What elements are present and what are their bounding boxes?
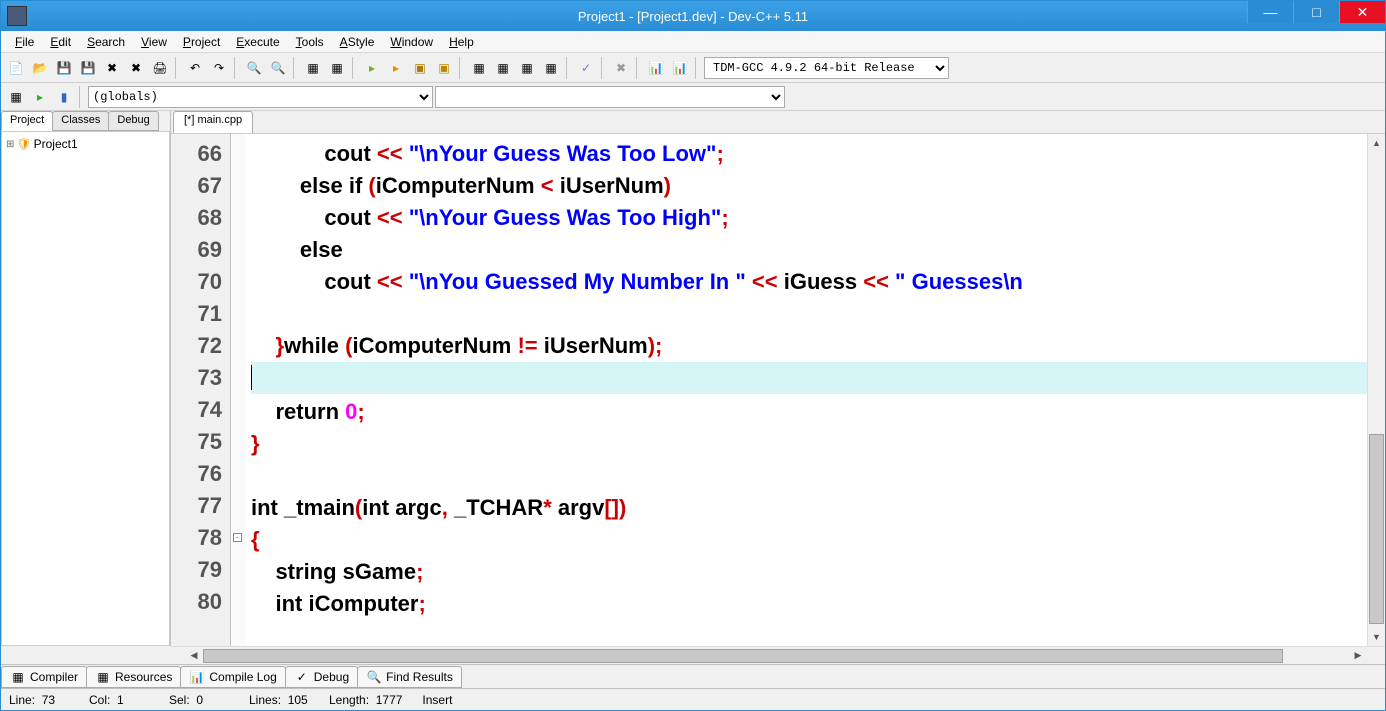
workspace: ProjectClassesDebug ⊞ 🛡 Project1 [*] mai… <box>1 111 1385 646</box>
save-button[interactable]: 💾 <box>53 57 75 79</box>
scope-select[interactable]: (globals) <box>88 86 433 108</box>
side-panel: ProjectClassesDebug ⊞ 🛡 Project1 <box>1 111 171 646</box>
minimize-button[interactable]: — <box>1247 1 1293 23</box>
status-mode: Insert <box>422 693 482 707</box>
layout4-button[interactable]: ▦ <box>540 57 562 79</box>
member-select[interactable] <box>435 86 785 108</box>
collapse-button[interactable]: ▦ <box>5 86 27 108</box>
side-tabs: ProjectClassesDebug <box>1 111 170 131</box>
status-lines: Lines: 105 <box>249 693 309 707</box>
menu-execute[interactable]: Execute <box>228 33 287 51</box>
layout2-button[interactable]: ▦ <box>492 57 514 79</box>
project-tree[interactable]: ⊞ 🛡 Project1 <box>1 131 170 646</box>
close-file-button[interactable]: ✖ <box>101 57 123 79</box>
menu-edit[interactable]: Edit <box>42 33 79 51</box>
vscroll-thumb[interactable] <box>1369 434 1384 624</box>
layout1-button[interactable]: ▦ <box>468 57 490 79</box>
save-all-button[interactable]: 💾 <box>77 57 99 79</box>
close-all-button[interactable]: ✖ <box>125 57 147 79</box>
status-length: Length: 1777 <box>329 693 402 707</box>
menu-view[interactable]: View <box>133 33 175 51</box>
compile-run-button[interactable]: ▣ <box>409 57 431 79</box>
sidetab-debug[interactable]: Debug <box>108 111 158 131</box>
expand-button[interactable]: ▸ <box>29 86 51 108</box>
fold-marker[interactable]: - <box>233 533 242 542</box>
menu-help[interactable]: Help <box>441 33 482 51</box>
sidetab-project[interactable]: Project <box>1 111 53 131</box>
editor-tabs: [*] main.cpp <box>171 111 1385 133</box>
editor-pane: [*] main.cpp 666768697071727374757677787… <box>171 111 1385 646</box>
redo-button[interactable]: ↷ <box>208 57 230 79</box>
new-file-button[interactable]: 📄 <box>5 57 27 79</box>
tab-icon: ✓ <box>294 669 310 685</box>
status-col: Col: 1 <box>89 693 149 707</box>
menu-file[interactable]: File <box>7 33 42 51</box>
rebuild-button[interactable]: ▣ <box>433 57 455 79</box>
undo-button[interactable]: ↶ <box>184 57 206 79</box>
menu-window[interactable]: Window <box>382 33 441 51</box>
menu-astyle[interactable]: AStyle <box>332 33 383 51</box>
code-area[interactable]: cout << "\nYour Guess Was Too Low"; else… <box>245 134 1367 646</box>
app-icon <box>7 6 27 26</box>
bottomtab-compiler[interactable]: ▦Compiler <box>1 666 87 688</box>
maximize-button[interactable]: □ <box>1293 1 1339 23</box>
toolbar-main: 📄 📂 💾 💾 ✖ ✖ 🖨 ↶ ↷ 🔍 🔍 ▦ ▦ ▸ ▸ ▣ ▣ ▦ ▦ ▦ … <box>1 53 1385 83</box>
close-button[interactable]: ✕ <box>1339 1 1385 23</box>
vertical-scrollbar[interactable]: ▲ ▼ <box>1367 134 1385 646</box>
code-editor[interactable]: 666768697071727374757677787980 - cout <<… <box>171 133 1385 646</box>
tab-icon: ▦ <box>95 669 111 685</box>
menu-tools[interactable]: Tools <box>288 33 332 51</box>
editor-tab-main[interactable]: [*] main.cpp <box>173 111 253 133</box>
hscroll-thumb[interactable] <box>203 649 1283 663</box>
compile-button[interactable]: ▸ <box>361 57 383 79</box>
bottomtab-find-results[interactable]: 🔍Find Results <box>357 666 462 688</box>
sidetab-classes[interactable]: Classes <box>52 111 109 131</box>
menu-project[interactable]: Project <box>175 33 228 51</box>
scroll-down-icon[interactable]: ▼ <box>1368 628 1385 646</box>
open-file-button[interactable]: 📂 <box>29 57 51 79</box>
menubar: FileEditSearchViewProjectExecuteToolsASt… <box>1 31 1385 53</box>
menu-search[interactable]: Search <box>79 33 133 51</box>
scroll-left-icon[interactable]: ◀ <box>185 647 203 664</box>
print-button[interactable]: 🖨 <box>149 57 171 79</box>
compiler-select[interactable]: TDM-GCC 4.9.2 64-bit Release <box>704 57 949 79</box>
bottom-tabs: ▦Compiler▦Resources📊Compile Log✓Debug🔍Fi… <box>1 664 1385 688</box>
expand-icon[interactable]: ⊞ <box>6 139 14 150</box>
project-icon: 🛡 <box>16 137 31 151</box>
replace-button[interactable]: 🔍 <box>267 57 289 79</box>
bottomtab-debug[interactable]: ✓Debug <box>285 666 358 688</box>
goto-button[interactable]: ▦ <box>302 57 324 79</box>
bookmark-button[interactable]: ▦ <box>326 57 348 79</box>
tab-icon: ▦ <box>10 669 26 685</box>
project-label: Project1 <box>34 137 78 151</box>
status-sel: Sel: 0 <box>169 693 229 707</box>
bottomtab-resources[interactable]: ▦Resources <box>86 666 181 688</box>
profile-button[interactable]: 📊 <box>645 57 667 79</box>
status-line: Line: 73 <box>9 693 69 707</box>
titlebar[interactable]: Project1 - [Project1.dev] - Dev-C++ 5.11… <box>1 1 1385 31</box>
tab-icon: 🔍 <box>366 669 382 685</box>
toolbar-scope: ▦ ▸ ▮ (globals) <box>1 83 1385 111</box>
fold-column[interactable]: - <box>231 134 245 646</box>
bottomtab-compile-log[interactable]: 📊Compile Log <box>180 666 285 688</box>
horizontal-scrollbar[interactable]: ◀ ▶ <box>171 646 1385 664</box>
scroll-up-icon[interactable]: ▲ <box>1368 134 1385 152</box>
debug-button[interactable]: ✓ <box>575 57 597 79</box>
project-root-node[interactable]: ⊞ 🛡 Project1 <box>4 136 167 152</box>
stop-button[interactable]: ✖ <box>610 57 632 79</box>
find-button[interactable]: 🔍 <box>243 57 265 79</box>
window-title: Project1 - [Project1.dev] - Dev-C++ 5.11 <box>578 9 808 24</box>
line-gutter: 666768697071727374757677787980 <box>171 134 231 646</box>
profile2-button[interactable]: 📊 <box>669 57 691 79</box>
run-button[interactable]: ▸ <box>385 57 407 79</box>
tab-icon: 📊 <box>189 669 205 685</box>
statusbar: Line: 73 Col: 1 Sel: 0 Lines: 105 Length… <box>1 688 1385 710</box>
scroll-right-icon[interactable]: ▶ <box>1349 647 1367 664</box>
layout3-button[interactable]: ▦ <box>516 57 538 79</box>
bookmark2-button[interactable]: ▮ <box>53 86 75 108</box>
